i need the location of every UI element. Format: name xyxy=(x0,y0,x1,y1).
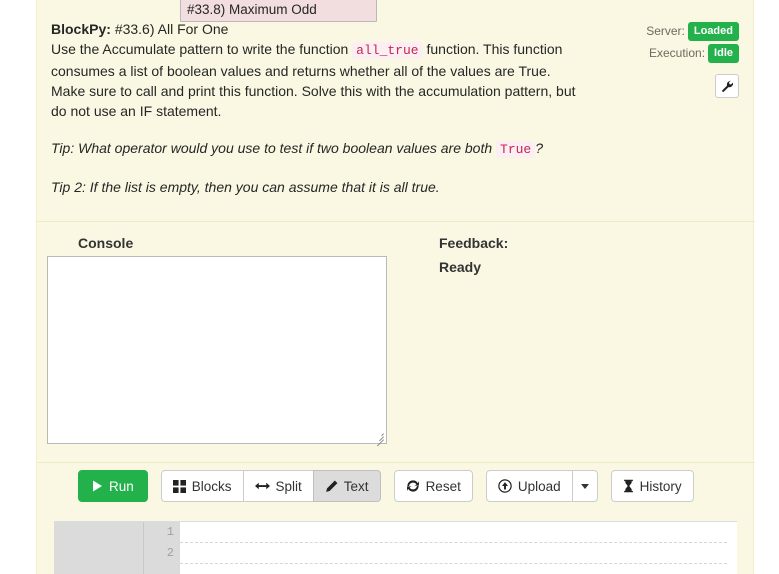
tip-1-part-2: ? xyxy=(535,140,544,156)
reset-button-label: Reset xyxy=(425,478,461,494)
run-button-label: Run xyxy=(109,478,134,494)
inline-code-true: True xyxy=(496,141,536,158)
section-divider-2 xyxy=(37,462,755,463)
code-editor[interactable]: 1 2 xyxy=(54,521,737,574)
instructions-text: BlockPy: #33.6) All For One Use the Accu… xyxy=(51,19,576,197)
line-number: 2 xyxy=(166,546,174,560)
tip-1: Tip: What operator would you use to test… xyxy=(51,138,576,160)
line-number: 1 xyxy=(166,525,174,539)
editor-toolbar: Run Blocks Split Text Reset Upload Histo… xyxy=(78,470,694,502)
chevron-down-icon xyxy=(580,483,589,489)
editor-line-number-gutter: 1 2 xyxy=(144,522,180,574)
assignment-description: Use the Accumulate pattern to write the … xyxy=(51,39,576,121)
status-panel: Server: Loaded Execution: Idle xyxy=(609,21,739,98)
grid-squares-icon xyxy=(172,479,186,493)
app-name-label: BlockPy: xyxy=(51,21,111,37)
run-button[interactable]: Run xyxy=(78,470,148,502)
view-mode-group: Blocks Split Text xyxy=(160,470,381,502)
section-divider-1 xyxy=(37,221,755,222)
refresh-icon xyxy=(406,479,420,493)
pencil-icon xyxy=(325,480,338,493)
feedback-heading: Feedback: xyxy=(439,235,509,251)
tip-2: Tip 2: If the list is empty, then you ca… xyxy=(51,179,440,195)
server-status-row: Server: Loaded xyxy=(609,21,739,41)
execution-status-label: Execution: xyxy=(649,46,706,60)
tip-1-part-1: Tip: What operator would you use to test… xyxy=(51,140,493,156)
assignment-tooltip-text: #33.8) Maximum Odd xyxy=(187,2,317,17)
console-resize-handle[interactable] xyxy=(372,429,385,447)
reset-button[interactable]: Reset xyxy=(393,470,473,502)
blocks-view-label: Blocks xyxy=(191,478,232,494)
split-view-button[interactable]: Split xyxy=(242,470,314,502)
play-icon xyxy=(92,480,103,492)
feedback-status-text: Ready xyxy=(439,259,482,275)
assignment-tooltip: #33.8) Maximum Odd xyxy=(180,0,377,22)
description-part-1: Use the Accumulate pattern to write the … xyxy=(51,41,349,57)
code-line[interactable] xyxy=(180,543,727,564)
code-line[interactable] xyxy=(180,522,727,543)
console-panel: Console xyxy=(78,234,428,257)
settings-wrench-button[interactable] xyxy=(715,74,739,98)
upload-group: Upload xyxy=(485,470,598,502)
text-view-label: Text xyxy=(343,478,369,494)
blockpy-screen: BlockPy: #33.6) All For One Use the Accu… xyxy=(0,0,779,574)
server-status-label: Server: xyxy=(646,24,685,38)
upload-button[interactable]: Upload xyxy=(485,470,573,502)
upload-dropdown-button[interactable] xyxy=(571,470,598,502)
execution-status-row: Execution: Idle xyxy=(609,43,739,63)
feedback-panel: Feedback: Ready xyxy=(439,234,639,277)
execution-status-badge: Idle xyxy=(708,43,739,63)
console-heading: Console xyxy=(78,235,134,251)
assignment-heading: BlockPy: #33.6) All For One xyxy=(51,19,576,39)
history-button[interactable]: History xyxy=(610,470,694,502)
editor-code-area[interactable] xyxy=(180,522,737,574)
blocks-view-button[interactable]: Blocks xyxy=(160,470,244,502)
history-button-label: History xyxy=(639,478,682,494)
console-output-wrapper xyxy=(47,256,387,447)
text-view-button[interactable]: Text xyxy=(312,470,381,502)
inline-code-all-true: all_true xyxy=(352,42,423,59)
split-view-label: Split xyxy=(275,478,302,494)
editor-fold-column xyxy=(54,522,144,574)
console-output-area[interactable] xyxy=(47,256,387,447)
hourglass-icon xyxy=(623,479,634,493)
wrench-icon xyxy=(721,80,734,93)
upload-button-label: Upload xyxy=(517,478,561,494)
left-right-arrow-icon xyxy=(254,480,270,492)
server-status-badge: Loaded xyxy=(687,21,739,41)
circle-up-arrow-icon xyxy=(498,479,512,493)
assignment-title: #33.6) All For One xyxy=(114,21,229,37)
